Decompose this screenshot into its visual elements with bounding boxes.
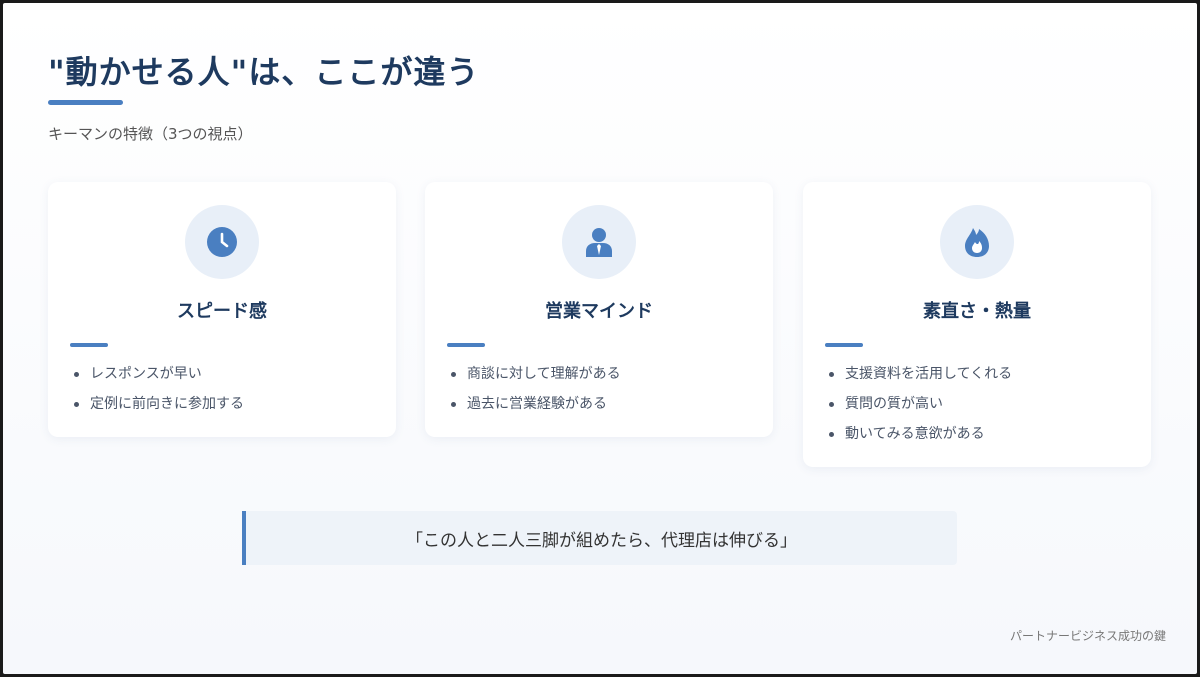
card-sales-mind: 営業マインド 商談に対して理解がある 過去に営業経験がある <box>425 182 773 437</box>
card-divider <box>447 343 485 347</box>
quote-box: 「この人と二人三脚が組めたら、代理店は伸びる」 <box>242 511 957 565</box>
subtitle: キーマンの特徴（3つの視点） <box>48 125 253 143</box>
page-title: "動かせる人"は、ここが違う <box>48 53 480 91</box>
card-divider <box>70 343 108 347</box>
card-title: スピード感 <box>177 301 267 322</box>
list-item: 支援資料を活用してくれる <box>827 359 1151 389</box>
fire-icon <box>940 205 1014 279</box>
list-item: レスポンスが早い <box>72 359 396 389</box>
card-passion: 素直さ・熱量 支援資料を活用してくれる 質問の質が高い 動いてみる意欲がある <box>803 182 1151 467</box>
title-underline <box>48 100 123 105</box>
list-item: 定例に前向きに参加する <box>72 389 396 419</box>
slide: "動かせる人"は、ここが違う キーマンの特徴（3つの視点） スピード感 レスポン… <box>3 3 1197 674</box>
list-item: 商談に対して理解がある <box>449 359 773 389</box>
card-title: 素直さ・熱量 <box>923 301 1031 322</box>
list-item: 質問の質が高い <box>827 389 1151 419</box>
list-item: 動いてみる意欲がある <box>827 419 1151 449</box>
card-speed: スピード感 レスポンスが早い 定例に前向きに参加する <box>48 182 396 437</box>
card-title: 営業マインド <box>545 301 653 322</box>
list-item: 過去に営業経験がある <box>449 389 773 419</box>
clock-icon <box>185 205 259 279</box>
person-icon <box>562 205 636 279</box>
card-divider <box>825 343 863 347</box>
footer-text: パートナービジネス成功の鍵 <box>1009 629 1166 643</box>
